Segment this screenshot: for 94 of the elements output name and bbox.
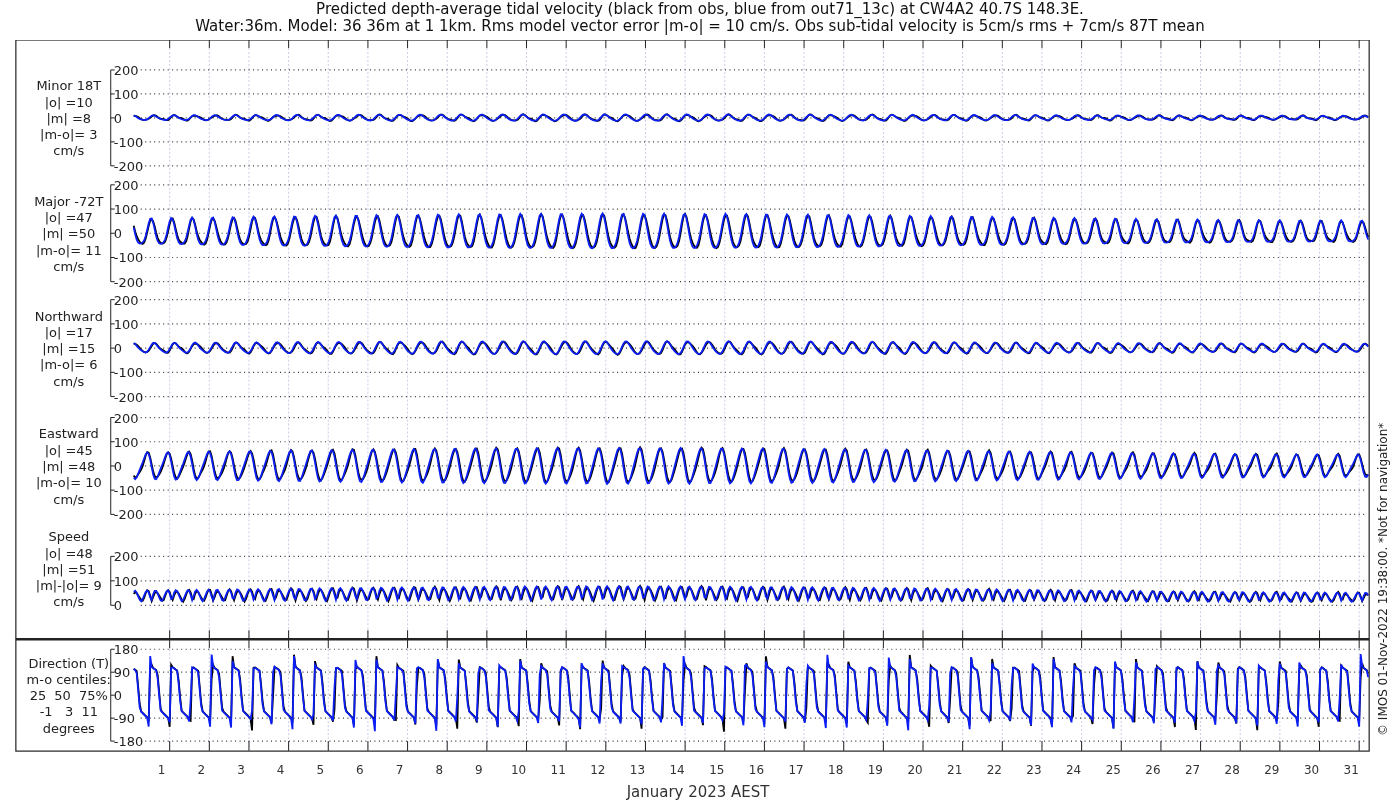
- y-tick-label: 200: [113, 410, 139, 426]
- y-tick-label: -180: [113, 734, 144, 750]
- panel-label: -1 3 11: [39, 704, 98, 720]
- y-tick-label: 200: [113, 292, 139, 308]
- y-tick-label: 100: [113, 316, 139, 332]
- y-tick-label: 200: [113, 62, 139, 78]
- x-tick-label: 8: [435, 763, 444, 778]
- panel-label: |m-o|= 11: [35, 242, 102, 258]
- panel-label: |o| =48: [44, 545, 93, 561]
- y-axis: [110, 555, 116, 606]
- panel-label: |m| =51: [42, 561, 96, 577]
- y-tick-label: -200: [113, 158, 144, 174]
- x-tick-label: 27: [1184, 763, 1201, 778]
- y-tick-label: 0: [113, 598, 122, 614]
- x-tick-label: 23: [1026, 763, 1042, 778]
- panel-label: |o| =10: [44, 94, 93, 110]
- y-tick-label: 200: [113, 177, 139, 193]
- x-tick-label: 25: [1105, 763, 1121, 778]
- x-tick-label: 1: [157, 763, 166, 778]
- x-tick-label: 26: [1145, 763, 1161, 778]
- panel-label: Minor 18T: [36, 78, 102, 94]
- panel-label: |o| =47: [44, 209, 93, 225]
- y-tick-label: 100: [113, 202, 139, 217]
- y-tick-label: 100: [113, 573, 139, 589]
- x-tick-label: 6: [356, 763, 364, 778]
- x-tick-label: 19: [867, 763, 883, 778]
- x-tick-label: 7: [395, 763, 404, 778]
- y-tick-label: 100: [113, 434, 139, 450]
- x-tick-label: 30: [1303, 763, 1320, 778]
- panel-label: Eastward: [38, 426, 99, 442]
- y-tick-label: -200: [113, 507, 144, 523]
- y-tick-label: -200: [113, 274, 144, 290]
- panel-label: cm/s: [53, 491, 85, 507]
- x-tick-label: 28: [1224, 763, 1240, 778]
- panel-label: cm/s: [53, 373, 85, 389]
- panel-label: Speed: [48, 529, 90, 545]
- y-tick-label: -100: [113, 365, 144, 381]
- panel-label: |o| =17: [44, 324, 93, 340]
- panel-label: Direction (T): [28, 655, 110, 671]
- x-tick-label: 24: [1066, 763, 1082, 778]
- y-tick-label: -100: [113, 134, 144, 150]
- panel-label: |m| =50: [42, 226, 96, 242]
- panel-label: |m| =8: [46, 110, 92, 126]
- x-tick-label: 9: [475, 763, 483, 778]
- x-tick-label: 13: [629, 763, 646, 778]
- x-tick-label: 20: [907, 763, 923, 778]
- panel-label: |m| =48: [42, 458, 96, 474]
- y-tick-label: -100: [113, 250, 144, 266]
- panel-label: Northward: [34, 308, 103, 324]
- y-tick-label: 0: [113, 110, 122, 126]
- y-tick-label: 180: [113, 642, 139, 658]
- panel-label: 25 50 75%: [29, 688, 108, 704]
- x-tick-label: 2: [197, 763, 206, 778]
- panel-label: cm/s: [53, 143, 85, 159]
- chart-title: Water:36m. Model: 36 36m at 1 1km. Rms model vector error |m-o| = 10 cm/s. Obs sub-tidal velocity is 5cm/s rms + 7cm/s 87T mean: [195, 18, 1205, 35]
- y-tick-label: -100: [113, 483, 144, 499]
- x-tick-label: 17: [788, 763, 804, 778]
- x-tick-label: 15: [709, 763, 725, 778]
- panel-label: |m|-|o|= 9: [35, 578, 102, 594]
- x-tick-label: 11: [550, 763, 566, 778]
- y-tick-label: 90: [113, 665, 131, 681]
- y-tick-label: -90: [113, 711, 135, 727]
- x-tick-label: 29: [1264, 763, 1280, 778]
- y-tick-label: 200: [113, 549, 139, 565]
- panel-label: |m| =15: [42, 341, 96, 357]
- x-tick-label: 3: [237, 763, 245, 778]
- x-tick-label: 4: [276, 763, 285, 778]
- x-tick-label: 12: [590, 763, 606, 778]
- y-tick-label: 100: [113, 86, 139, 102]
- x-tick-label: 5: [316, 763, 325, 778]
- panel-label: |o| =45: [44, 442, 93, 458]
- chart-title: Predicted depth-average tidal velocity (black from obs, blue from out71_13c) at CW4A2 40.7S 148.3E.: [316, 1, 1084, 18]
- y-tick-label: 0: [113, 226, 122, 242]
- x-tick-label: 10: [510, 763, 527, 778]
- copyright-notice: © IMOS 01-Nov-2022 19:38:00. *Not for navigation*: [1376, 422, 1391, 736]
- x-tick-label: 22: [986, 763, 1002, 778]
- panel-label: Major -72T: [34, 193, 104, 209]
- x-tick-label: 18: [828, 763, 844, 778]
- panel-label: cm/s: [53, 258, 85, 274]
- panel-label: degrees: [42, 720, 95, 736]
- y-tick-label: 0: [113, 341, 122, 357]
- x-tick-label: 16: [748, 763, 765, 778]
- x-tick-label: 21: [947, 763, 963, 778]
- y-tick-label: 0: [113, 458, 122, 474]
- panel-label: |m-o|= 3: [40, 127, 98, 143]
- x-tick-label: 14: [669, 763, 685, 778]
- x-axis-label: January 2023 AEST: [626, 783, 770, 800]
- panel-label: |m-o|= 6: [40, 357, 98, 373]
- panel-label: cm/s: [53, 594, 85, 610]
- y-tick-label: 0: [113, 688, 122, 704]
- y-tick-label: -200: [113, 389, 144, 405]
- x-tick-label: 31: [1343, 763, 1359, 778]
- panel-label: |m-o|= 10: [35, 475, 102, 491]
- panel-label: m-o centiles:: [26, 671, 111, 687]
